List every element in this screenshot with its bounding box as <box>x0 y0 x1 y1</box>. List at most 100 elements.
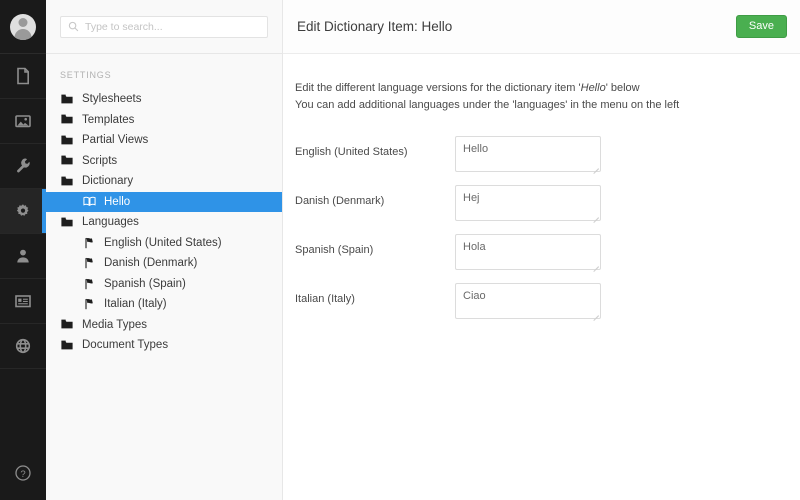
save-button[interactable]: Save <box>735 15 787 38</box>
translation-globe-icon[interactable] <box>0 324 46 369</box>
tree-node-label: Partial Views <box>82 134 149 147</box>
tree-section-heading: SETTINGS <box>60 70 112 80</box>
tree-list: Stylesheets Templates Partial Views Scripts… <box>46 89 282 356</box>
folder-icon <box>61 135 73 145</box>
translation-field-input-wrap <box>455 185 601 223</box>
tree-node-document-types[interactable]: Document Types <box>46 335 282 356</box>
translation-fields: English (United States) Danish (Denmark) S… <box>295 136 786 321</box>
flag-icon <box>82 237 96 249</box>
translation-field-label: English (United States) <box>295 146 408 158</box>
content-icon[interactable] <box>0 54 46 99</box>
book-icon <box>82 196 96 207</box>
svg-text:?: ? <box>20 469 25 480</box>
intro-line-1-before: Edit the different language versions for… <box>295 82 581 94</box>
folder-icon <box>60 114 74 125</box>
book-icon <box>82 196 96 207</box>
translation-field-row: English (United States) <box>295 136 786 174</box>
users-icon[interactable] <box>0 234 46 279</box>
translation-textarea[interactable] <box>455 234 601 270</box>
main-content: Edit Dictionary Item: Hello Save Edit th… <box>283 0 800 500</box>
gear-icon[interactable] <box>0 189 46 234</box>
intro-line-1-after: ' below <box>605 82 640 94</box>
tree-node-label: Danish (Denmark) <box>104 257 198 270</box>
folder-icon <box>60 135 74 146</box>
dictionary-item-name: Hello <box>580 82 606 94</box>
search-box[interactable] <box>60 15 268 38</box>
intro-line-2: You can add additional languages under t… <box>295 99 680 111</box>
translation-field-row: Italian (Italy) <box>295 283 786 321</box>
flag-icon <box>82 278 96 290</box>
tree-node-label: Languages <box>82 216 139 229</box>
flag-icon <box>84 278 93 289</box>
translation-textarea[interactable] <box>455 185 601 221</box>
tree-node-stylesheets[interactable]: Stylesheets <box>46 89 282 110</box>
translation-textarea[interactable] <box>455 283 601 319</box>
search-input[interactable] <box>85 20 260 33</box>
flag-icon <box>82 298 96 310</box>
settings-sidebar: SETTINGS Stylesheets Templates Partial Vie… <box>46 0 283 500</box>
translation-field-label: Danish (Denmark) <box>295 195 385 207</box>
flag-icon <box>84 258 93 269</box>
tree-node-languages[interactable]: Languages <box>46 212 282 233</box>
translation-field-label: Italian (Italy) <box>295 293 355 305</box>
flag-icon <box>84 237 93 248</box>
tree-node-label: Dictionary <box>82 175 134 188</box>
avatar-cell[interactable] <box>0 0 46 54</box>
flag-icon <box>82 257 96 269</box>
intro-text: Edit the different language versions for… <box>295 80 786 114</box>
folder-icon <box>60 94 74 105</box>
tree-node-partial-views[interactable]: Partial Views <box>46 130 282 151</box>
media-icon[interactable] <box>0 99 46 144</box>
tree-node-spanish-spain[interactable]: Spanish (Spain) <box>46 274 282 295</box>
content-header: Edit Dictionary Item: Hello Save <box>283 0 800 54</box>
tree-node-label: Spanish (Spain) <box>104 277 186 290</box>
tree-node-scripts[interactable]: Scripts <box>46 151 282 172</box>
folder-icon <box>61 155 73 165</box>
translation-field-row: Danish (Denmark) <box>295 185 786 223</box>
translation-field-input-wrap <box>455 234 601 272</box>
app-root: ? SETTINGS Stylesheets Templates Partial V… <box>0 0 800 500</box>
page-title: Edit Dictionary Item: Hello <box>297 19 453 34</box>
flag-icon <box>84 299 93 310</box>
settings-wrench-icon[interactable] <box>0 144 46 189</box>
tree-node-media-types[interactable]: Media Types <box>46 315 282 336</box>
folder-icon <box>61 340 73 350</box>
translation-field-row: Spanish (Spain) <box>295 234 786 272</box>
folder-icon <box>60 217 74 228</box>
folder-icon <box>60 155 74 166</box>
translation-field-input-wrap <box>455 283 601 321</box>
tree-node-label: Italian (Italy) <box>104 298 167 311</box>
folder-icon <box>60 319 74 330</box>
help-icon[interactable]: ? <box>0 446 46 500</box>
intro-line-1: Edit the different language versions for… <box>295 80 786 97</box>
tree-node-label: English (United States) <box>104 236 222 249</box>
tree-node-label: Scripts <box>82 154 118 167</box>
tree-node-label: Hello <box>104 195 131 208</box>
user-avatar[interactable] <box>10 13 36 40</box>
tree-node-dictionary[interactable]: Dictionary <box>46 171 282 192</box>
rail-spacer <box>0 369 46 446</box>
folder-icon <box>61 94 73 104</box>
tree-node-danish-denmark[interactable]: Danish (Denmark) <box>46 253 282 274</box>
content-body: Edit the different language versions for… <box>283 54 800 332</box>
folder-icon <box>60 340 74 351</box>
search-icon <box>68 21 79 32</box>
folder-icon <box>61 319 73 329</box>
tree-node-hello[interactable]: Hello <box>46 191 282 212</box>
folder-icon <box>61 217 73 227</box>
forms-icon[interactable] <box>0 279 46 324</box>
tree-node-label: Templates <box>82 113 135 126</box>
tree-node-label: Stylesheets <box>82 93 142 106</box>
tree-node-templates[interactable]: Templates <box>46 110 282 131</box>
translation-textarea[interactable] <box>455 136 601 172</box>
folder-icon <box>61 114 73 124</box>
folder-icon <box>60 176 74 187</box>
translation-field-input-wrap <box>455 136 601 174</box>
folder-icon <box>61 176 73 186</box>
tree-node-italian-italy[interactable]: Italian (Italy) <box>46 294 282 315</box>
tree-node-english-united-states[interactable]: English (United States) <box>46 233 282 254</box>
tree-node-label: Media Types <box>82 318 147 331</box>
translation-field-label: Spanish (Spain) <box>295 244 374 256</box>
tree-node-label: Document Types <box>82 339 169 352</box>
search-bar <box>46 0 282 54</box>
